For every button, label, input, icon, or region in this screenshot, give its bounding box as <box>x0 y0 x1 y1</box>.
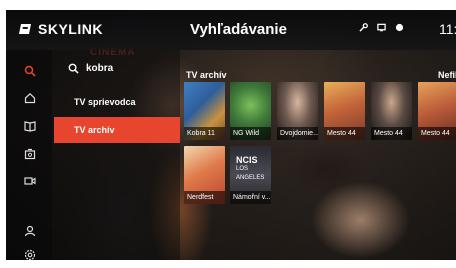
tile-logo-subtitle: LOS ANGELES <box>236 166 265 181</box>
sidebar <box>6 50 52 260</box>
section-label-next: Nefil <box>438 70 456 80</box>
tile-caption: Mesto 44 <box>418 127 456 140</box>
screen-icon <box>377 23 386 32</box>
record-icon <box>395 23 404 32</box>
tile-caption: Mesto 44 <box>324 127 365 140</box>
tile-logo: NCIS LOS ANGELES <box>236 156 271 183</box>
tile-caption: Námořní v... <box>230 191 271 204</box>
menu-item-label: TV archív <box>74 125 115 135</box>
book-icon[interactable] <box>24 120 36 132</box>
search-menu-panel <box>52 50 180 260</box>
search-query: kobra <box>86 62 114 74</box>
video-icon[interactable] <box>24 175 36 187</box>
tile-caption: NG Wild <box>230 127 271 140</box>
tile-caption: Dvojdomie... <box>277 127 318 140</box>
menu-item-label: TV sprievodca <box>74 97 136 107</box>
skylink-logo: SKYLINK <box>18 21 103 37</box>
tile-logo-title: NCIS <box>236 155 258 165</box>
result-tile[interactable]: NCIS LOS ANGELES Námořní v... <box>230 146 271 204</box>
home-icon[interactable] <box>24 92 36 104</box>
menu-item-tv-archive[interactable]: TV archív <box>54 117 180 143</box>
result-tile[interactable]: Mesto 44 <box>371 82 412 140</box>
section-label-tv-archive: TV archív <box>186 70 227 80</box>
archive-icon[interactable] <box>24 148 36 160</box>
header-bar: SKYLINK Vyhľadávanie 11: <box>6 10 456 50</box>
page-title: Vyhľadávanie <box>190 21 287 38</box>
result-tile[interactable]: NG Wild <box>230 82 271 140</box>
search-field-icon <box>68 63 79 74</box>
settings-icon[interactable] <box>24 249 36 260</box>
brand-name: SKYLINK <box>38 21 103 37</box>
result-tile[interactable]: Mesto 44 <box>324 82 365 140</box>
user-icon[interactable] <box>24 225 36 237</box>
result-tile[interactable]: Kobra 11 <box>184 82 225 140</box>
search-input[interactable]: kobra <box>54 57 174 79</box>
tile-caption: Nerdfest <box>184 191 225 204</box>
tv-screen: CINEMA SKYLINK Vyhľadávanie 11: kobra TV… <box>6 10 456 260</box>
skylink-logo-icon <box>19 24 31 34</box>
tile-caption: Kobra 11 <box>184 127 225 140</box>
tile-caption: Mesto 44 <box>371 127 412 140</box>
wrench-icon <box>359 23 368 32</box>
result-tile[interactable]: Nerdfest <box>184 146 225 204</box>
clock: 11: <box>439 21 456 37</box>
status-icons <box>359 23 413 32</box>
result-tile[interactable]: Dvojdomie... <box>277 82 318 140</box>
result-tile[interactable]: Mesto 44 <box>418 82 456 140</box>
search-icon[interactable] <box>24 65 36 77</box>
menu-item-tv-guide[interactable]: TV sprievodca <box>54 89 180 115</box>
